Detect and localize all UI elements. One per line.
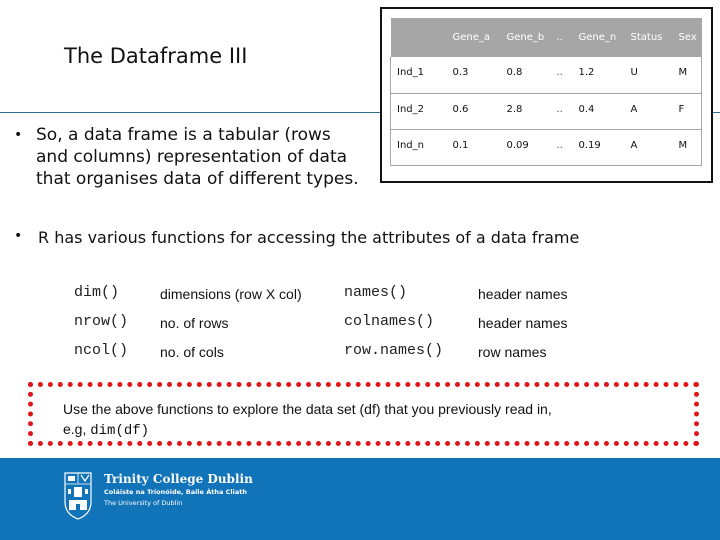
slide-title: The Dataframe III xyxy=(64,44,248,68)
table-cell: 2.8 xyxy=(500,93,551,130)
table-cell: 0.8 xyxy=(500,57,551,94)
header-cell-ellipsis: .. xyxy=(550,18,573,57)
function-code: dim() xyxy=(74,284,120,301)
exercise-line-1: Use the above functions to explore the d… xyxy=(63,401,552,417)
table-cell: 0.09 xyxy=(500,129,551,166)
table-cell: 0.6 xyxy=(446,93,501,130)
exercise-line-2: e.g, dim(df) xyxy=(63,419,552,441)
function-code: nrow() xyxy=(74,313,129,330)
exercise-callout: Use the above functions to explore the d… xyxy=(28,382,699,446)
table-cell: 0.3 xyxy=(446,57,501,94)
table-cell: 0.19 xyxy=(572,129,625,166)
institution-subtitle: The University of Dublin xyxy=(104,499,183,507)
intro-bullet: • So, a data frame is a tabular (rows an… xyxy=(14,124,364,190)
table-cell: A xyxy=(624,93,673,130)
exercise-text: Use the above functions to explore the d… xyxy=(63,399,552,441)
table-cell: 0.4 xyxy=(572,93,625,130)
bullet-icon: • xyxy=(14,228,23,244)
function-description: no. of cols xyxy=(160,344,224,360)
intro-bullet-text: So, a data frame is a tabular (rows and … xyxy=(36,125,359,189)
functions-bullet: • R has various functions for accessing … xyxy=(14,228,579,247)
exercise-example-label: e.g, xyxy=(63,421,91,437)
table-cell: Ind_n xyxy=(390,129,447,166)
function-description: dimensions (row X col) xyxy=(160,286,302,302)
dataframe-table: Gene_a Gene_b .. Gene_n Status Sex Ind_1… xyxy=(390,18,702,166)
header-cell-gene-b: Gene_b xyxy=(500,18,551,57)
table-cell: 0.1 xyxy=(446,129,501,166)
function-code: names() xyxy=(344,284,408,301)
table-cell: .. xyxy=(550,57,573,94)
institution-wordmark: Trinity College Dublin Coláiste na Tríon… xyxy=(104,472,253,508)
trinity-crest-icon xyxy=(64,472,92,520)
header-cell-sex: Sex xyxy=(672,18,702,57)
header-cell-rowname xyxy=(390,18,447,57)
function-code: row.names() xyxy=(344,342,444,359)
table-cell: .. xyxy=(550,129,573,166)
table-row: Ind_n 0.1 0.09 .. 0.19 A M xyxy=(390,129,702,166)
table-cell: M xyxy=(672,129,702,166)
function-description: row names xyxy=(478,344,547,360)
table-cell: Ind_2 xyxy=(390,93,447,130)
table-row: Ind_1 0.3 0.8 .. 1.2 U M xyxy=(390,57,702,94)
table-cell: Ind_1 xyxy=(390,57,447,94)
function-description: no. of rows xyxy=(160,315,229,331)
header-cell-gene-a: Gene_a xyxy=(446,18,501,57)
function-description: header names xyxy=(478,286,568,302)
table-row: Ind_2 0.6 2.8 .. 0.4 A F xyxy=(390,93,702,130)
footer-bar: Trinity College Dublin Coláiste na Tríon… xyxy=(0,458,720,540)
table-header-row: Gene_a Gene_b .. Gene_n Status Sex xyxy=(390,18,702,57)
table-cell: A xyxy=(624,129,673,166)
functions-bullet-text: R has various functions for accessing th… xyxy=(38,228,580,247)
table-cell: F xyxy=(672,93,702,130)
function-code: colnames() xyxy=(344,313,435,330)
table-cell: M xyxy=(672,57,702,94)
header-cell-status: Status xyxy=(624,18,673,57)
exercise-example-code: dim(df) xyxy=(90,423,150,439)
function-code: ncol() xyxy=(74,342,129,359)
bullet-icon: • xyxy=(14,127,23,143)
dataframe-example-frame: Gene_a Gene_b .. Gene_n Status Sex Ind_1… xyxy=(380,7,713,183)
header-cell-gene-n: Gene_n xyxy=(572,18,625,57)
institution-logo: Trinity College Dublin Coláiste na Tríon… xyxy=(64,472,253,520)
function-description: header names xyxy=(478,315,568,331)
table-cell: .. xyxy=(550,93,573,130)
table-cell: 1.2 xyxy=(572,57,625,94)
institution-name: Trinity College Dublin xyxy=(104,472,253,486)
table-cell: U xyxy=(624,57,673,94)
institution-irish-name: Coláiste na Tríonóide, Baile Átha Cliath xyxy=(104,488,247,496)
